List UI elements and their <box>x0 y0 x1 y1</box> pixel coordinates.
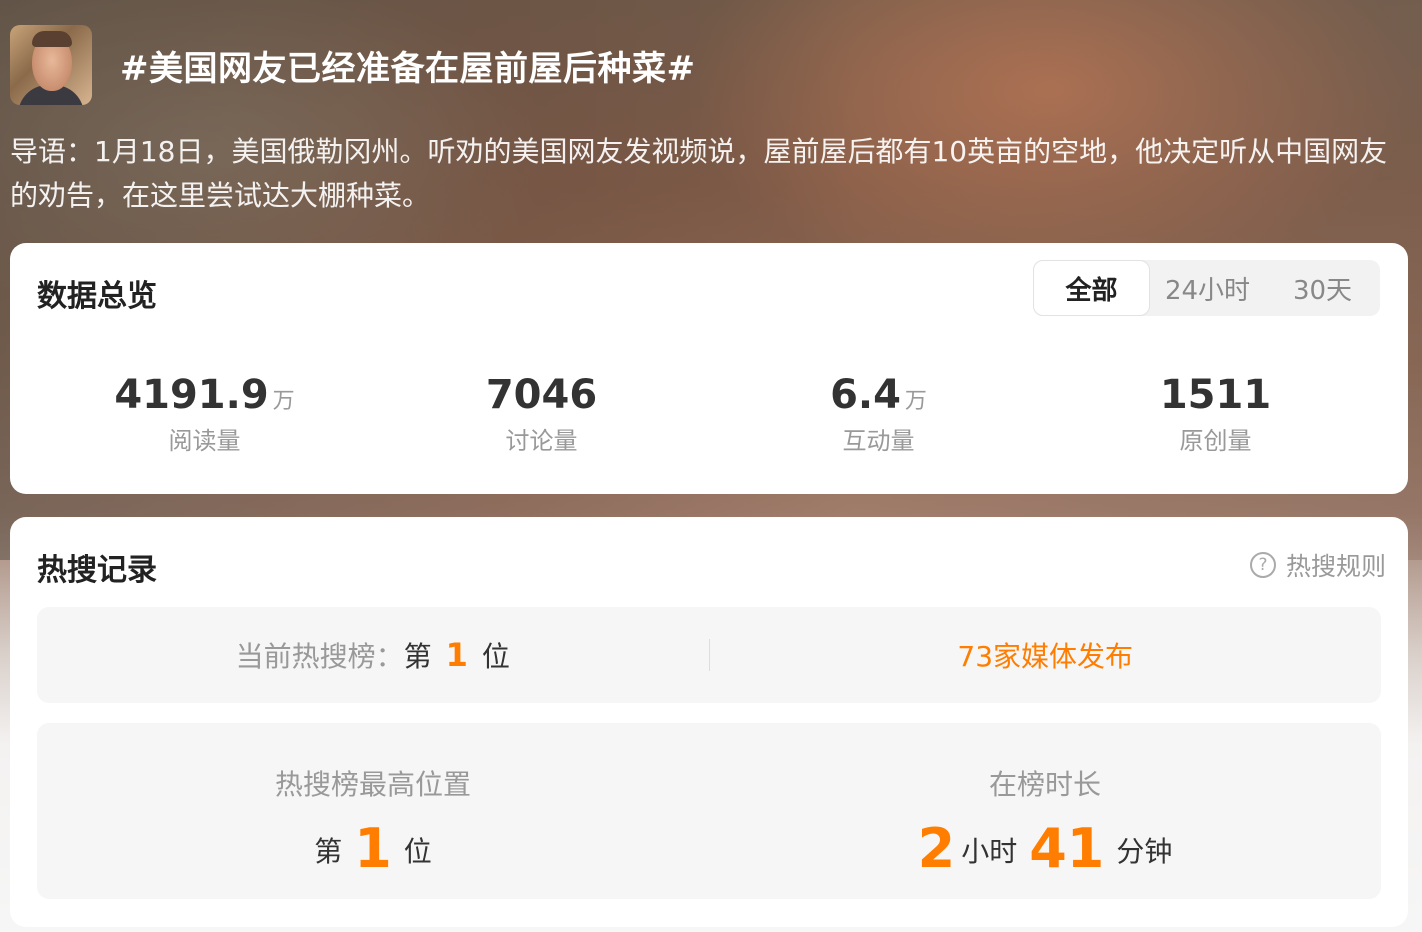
stat-originals: 1511 原创量 <box>1047 371 1384 456</box>
tab-30d[interactable]: 30天 <box>1265 260 1380 316</box>
topic-title: #美国网友已经准备在屋前屋后种菜# <box>120 48 696 89</box>
peak-rank-suffix: 位 <box>403 835 432 868</box>
stat-reads: 4191.9 万 阅读量 <box>36 371 373 456</box>
duration-hours: 2 <box>917 817 956 880</box>
peak-rank-prefix: 第 <box>314 835 343 868</box>
rank-stats-row: 热搜榜最高位置 第1位 在榜时长 2 小时 41 分钟 <box>37 723 1381 899</box>
current-rank: 当前热搜榜：第 1 位 <box>37 635 709 675</box>
peak-rank-value: 1 <box>354 817 392 880</box>
stat-value: 1511 <box>1159 372 1272 418</box>
question-circle-icon: ? <box>1249 552 1276 578</box>
media-publish-link[interactable]: 73家媒体发布 <box>710 635 1382 675</box>
stats-row: 4191.9 万 阅读量 7046 讨论量 6.4 万 互动量 1511 原创量 <box>10 371 1408 456</box>
hot-search-rules-link[interactable]: ? 热搜规则 <box>1249 547 1386 583</box>
hot-search-card: 热搜记录 ? 热搜规则 当前热搜榜：第 1 位 73家媒体发布 热搜榜最高位置 第1… <box>10 517 1408 927</box>
hours-unit: 小时 <box>961 835 1018 868</box>
duration-label: 在榜时长 <box>988 768 1101 801</box>
stat-label: 阅读量 <box>168 427 241 455</box>
current-rank-value: 1 <box>445 636 468 674</box>
rules-label: 热搜规则 <box>1285 552 1386 581</box>
stat-value: 4191.9 <box>114 372 269 418</box>
stat-value: 7046 <box>485 372 598 418</box>
time-range-tabs: 全部 24小时 30天 <box>1033 260 1380 316</box>
duration-minutes: 41 <box>1029 817 1105 880</box>
data-overview-card: 数据总览 全部 24小时 30天 4191.9 万 阅读量 7046 讨论量 6.… <box>10 243 1408 494</box>
stat-label: 互动量 <box>842 427 915 455</box>
current-rank-row: 当前热搜榜：第 1 位 73家媒体发布 <box>37 607 1381 703</box>
current-rank-label: 当前热搜榜： <box>235 640 404 673</box>
peak-rank-label: 热搜榜最高位置 <box>274 768 471 801</box>
topic-intro: 导语：1月18日，美国俄勒冈州。听劝的美国网友发视频说，屋前屋后都有10英亩的空… <box>10 135 1388 212</box>
stat-discussions: 7046 讨论量 <box>373 371 710 456</box>
current-rank-prefix: 第 <box>403 640 432 673</box>
current-rank-suffix: 位 <box>481 640 510 673</box>
topic-header: #美国网友已经准备在屋前屋后种菜# <box>10 25 695 105</box>
data-overview-title: 数据总览 <box>37 279 157 314</box>
stat-interactions: 6.4 万 互动量 <box>710 371 1047 456</box>
duration-on-list: 在榜时长 2 小时 41 分钟 <box>709 723 1381 899</box>
hot-search-title: 热搜记录 <box>37 553 157 588</box>
peak-rank: 热搜榜最高位置 第1位 <box>37 723 709 899</box>
tab-24h[interactable]: 24小时 <box>1150 260 1265 316</box>
stat-label: 讨论量 <box>505 427 578 455</box>
avatar[interactable] <box>10 25 92 105</box>
minutes-unit: 分钟 <box>1116 835 1173 868</box>
stat-unit: 万 <box>904 389 927 414</box>
stat-unit: 万 <box>272 389 295 414</box>
tab-all[interactable]: 全部 <box>1033 260 1150 316</box>
stat-value: 6.4 <box>830 372 901 418</box>
stat-label: 原创量 <box>1179 427 1252 455</box>
